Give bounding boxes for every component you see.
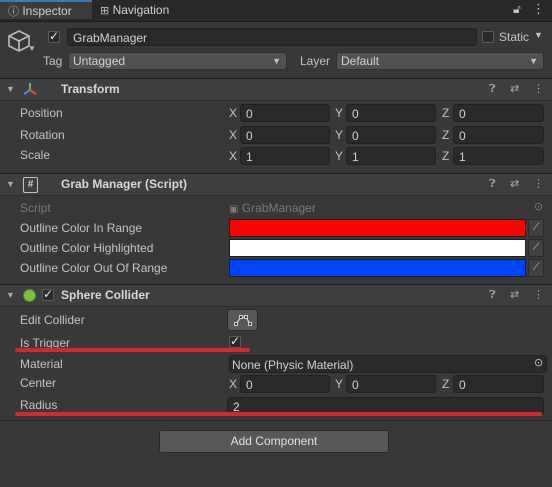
rotation-x-field[interactable]: 0 <box>240 126 330 144</box>
transform-axes-icon <box>23 83 37 95</box>
axis-y-label: Y <box>335 149 344 163</box>
axis-x-label: X <box>229 128 238 142</box>
tag-label: Tag <box>43 54 63 68</box>
scale-z-field[interactable]: 1 <box>453 147 544 165</box>
layer-value: Default <box>341 54 380 68</box>
foldout-arrow-icon[interactable]: ▼ <box>6 79 15 100</box>
grab-manager-title: Grab Manager (Script) <box>61 177 188 191</box>
axis-z-label: Z <box>442 377 450 391</box>
axis-y-label: Y <box>335 377 344 391</box>
scale-x-field[interactable]: 1 <box>240 147 330 165</box>
position-y-field[interactable]: 0 <box>346 104 436 122</box>
transform-title: Transform <box>61 82 120 96</box>
chevron-down-icon: ▼ <box>529 56 538 66</box>
object-picker-icon: ⊙ <box>534 201 544 213</box>
material-field[interactable]: None (Physic Material) <box>229 355 547 373</box>
add-component-button[interactable]: Add Component <box>159 430 389 453</box>
help-icon[interactable]: ❓︎ <box>489 285 496 306</box>
scale-label: Scale <box>20 148 51 162</box>
material-label: Material <box>20 357 63 371</box>
kebab-menu-icon[interactable]: ⋮ <box>533 285 544 306</box>
position-x-field[interactable]: 0 <box>240 104 330 122</box>
edit-collider-button[interactable] <box>227 309 258 331</box>
layer-dropdown[interactable]: Default ▼ <box>336 52 544 70</box>
axis-z-label: Z <box>442 149 450 163</box>
kebab-menu-icon[interactable]: ⋮ <box>533 79 544 100</box>
active-checkbox[interactable] <box>48 29 60 43</box>
position-z-field[interactable]: 0 <box>453 104 544 122</box>
color-in-range-swatch[interactable] <box>229 219 526 237</box>
center-x-field[interactable]: 0 <box>240 375 330 393</box>
rotation-z-field[interactable]: 0 <box>453 126 544 144</box>
scale-y-field[interactable]: 1 <box>346 147 436 165</box>
center-y-field[interactable]: 0 <box>346 375 436 393</box>
eyedropper-icon[interactable]: ⟋ <box>528 259 544 277</box>
annotation-underline-radius <box>15 412 542 416</box>
help-icon[interactable]: ❓︎ <box>489 174 496 195</box>
color-highlighted-swatch[interactable] <box>229 239 526 257</box>
tab-navigation-label: Navigation <box>112 3 170 17</box>
sphere-collider-enabled-checkbox[interactable] <box>42 287 54 301</box>
center-z-field[interactable]: 0 <box>453 375 544 393</box>
navigation-tab-icon: ⊞ <box>100 5 110 17</box>
rotation-label: Rotation <box>20 128 65 142</box>
color-highlighted-label: Outline Color Highlighted <box>20 241 154 255</box>
color-out-of-range-label: Outline Color Out Of Range <box>20 261 168 275</box>
object-picker-icon[interactable]: ⊙ <box>534 356 543 369</box>
sphere-collider-header[interactable]: ▼ Sphere Collider ❓︎ ⇄ ⋮ <box>0 284 552 307</box>
lock-icon[interactable]: 🔓︎ <box>513 2 521 17</box>
foldout-arrow-icon[interactable]: ▼ <box>6 285 15 306</box>
center-label: Center <box>20 376 57 390</box>
axis-y-label: Y <box>335 128 344 142</box>
tag-dropdown[interactable]: Untagged ▼ <box>68 52 287 70</box>
tab-inspector-label: Inspector <box>22 4 72 18</box>
static-checkbox[interactable] <box>482 31 494 43</box>
script-field: ▣ GrabManager <box>229 199 544 217</box>
preset-icon[interactable]: ⇄ <box>510 79 519 100</box>
axis-z-label: Z <box>442 106 450 120</box>
color-in-range-label: Outline Color In Range <box>20 221 143 235</box>
tab-navigation[interactable]: ⊞ Navigation <box>100 0 210 21</box>
axis-z-label: Z <box>442 128 450 142</box>
transform-header[interactable]: ▼ Transform ❓︎ ⇄ ⋮ <box>0 78 552 101</box>
menu-icon[interactable]: ⋮ <box>532 1 545 17</box>
divider <box>0 420 552 421</box>
axis-x-label: X <box>229 377 238 391</box>
rotation-y-field[interactable]: 0 <box>346 126 436 144</box>
script-hash-icon: # <box>23 177 38 193</box>
script-label: Script <box>20 201 51 215</box>
help-icon[interactable]: ❓︎ <box>489 79 496 100</box>
sphere-collider-title: Sphere Collider <box>61 288 150 302</box>
tab-inspector[interactable]: ⓘ Inspector <box>0 0 92 19</box>
static-label: Static <box>499 30 530 44</box>
object-name-field[interactable]: GrabManager <box>67 28 477 46</box>
axis-x-label: X <box>229 106 238 120</box>
edit-collider-icon <box>233 315 252 326</box>
static-dropdown-icon[interactable]: ▼ <box>534 30 543 40</box>
layer-label: Layer <box>300 54 331 68</box>
color-out-of-range-swatch[interactable] <box>229 259 526 277</box>
grab-manager-header[interactable]: ▼ # Grab Manager (Script) ❓︎ ⇄ ⋮ <box>0 173 552 196</box>
icon-dropdown-caret-icon[interactable]: ▼ <box>28 44 36 53</box>
tag-value: Untagged <box>73 54 126 68</box>
axis-y-label: Y <box>335 106 344 120</box>
position-label: Position <box>20 106 63 120</box>
chevron-down-icon: ▼ <box>272 56 281 66</box>
preset-icon[interactable]: ⇄ <box>510 285 519 306</box>
foldout-arrow-icon[interactable]: ▼ <box>6 174 15 195</box>
edit-collider-label: Edit Collider <box>20 313 85 327</box>
inspector-tab-icon: ⓘ <box>8 6 19 18</box>
kebab-menu-icon[interactable]: ⋮ <box>533 174 544 195</box>
annotation-underline-is-trigger <box>15 348 250 352</box>
tab-bar: ⓘ Inspector ⊞ Navigation 🔓︎ ⋮ <box>0 0 552 22</box>
script-value: GrabManager <box>241 201 316 215</box>
axis-x-label: X <box>229 149 238 163</box>
eyedropper-icon[interactable]: ⟋ <box>528 239 544 257</box>
is-trigger-checkbox[interactable] <box>229 334 241 348</box>
preset-icon[interactable]: ⇄ <box>510 174 519 195</box>
script-file-icon: ▣ <box>229 204 239 215</box>
sphere-collider-icon <box>23 289 36 302</box>
eyedropper-icon[interactable]: ⟋ <box>528 219 544 237</box>
